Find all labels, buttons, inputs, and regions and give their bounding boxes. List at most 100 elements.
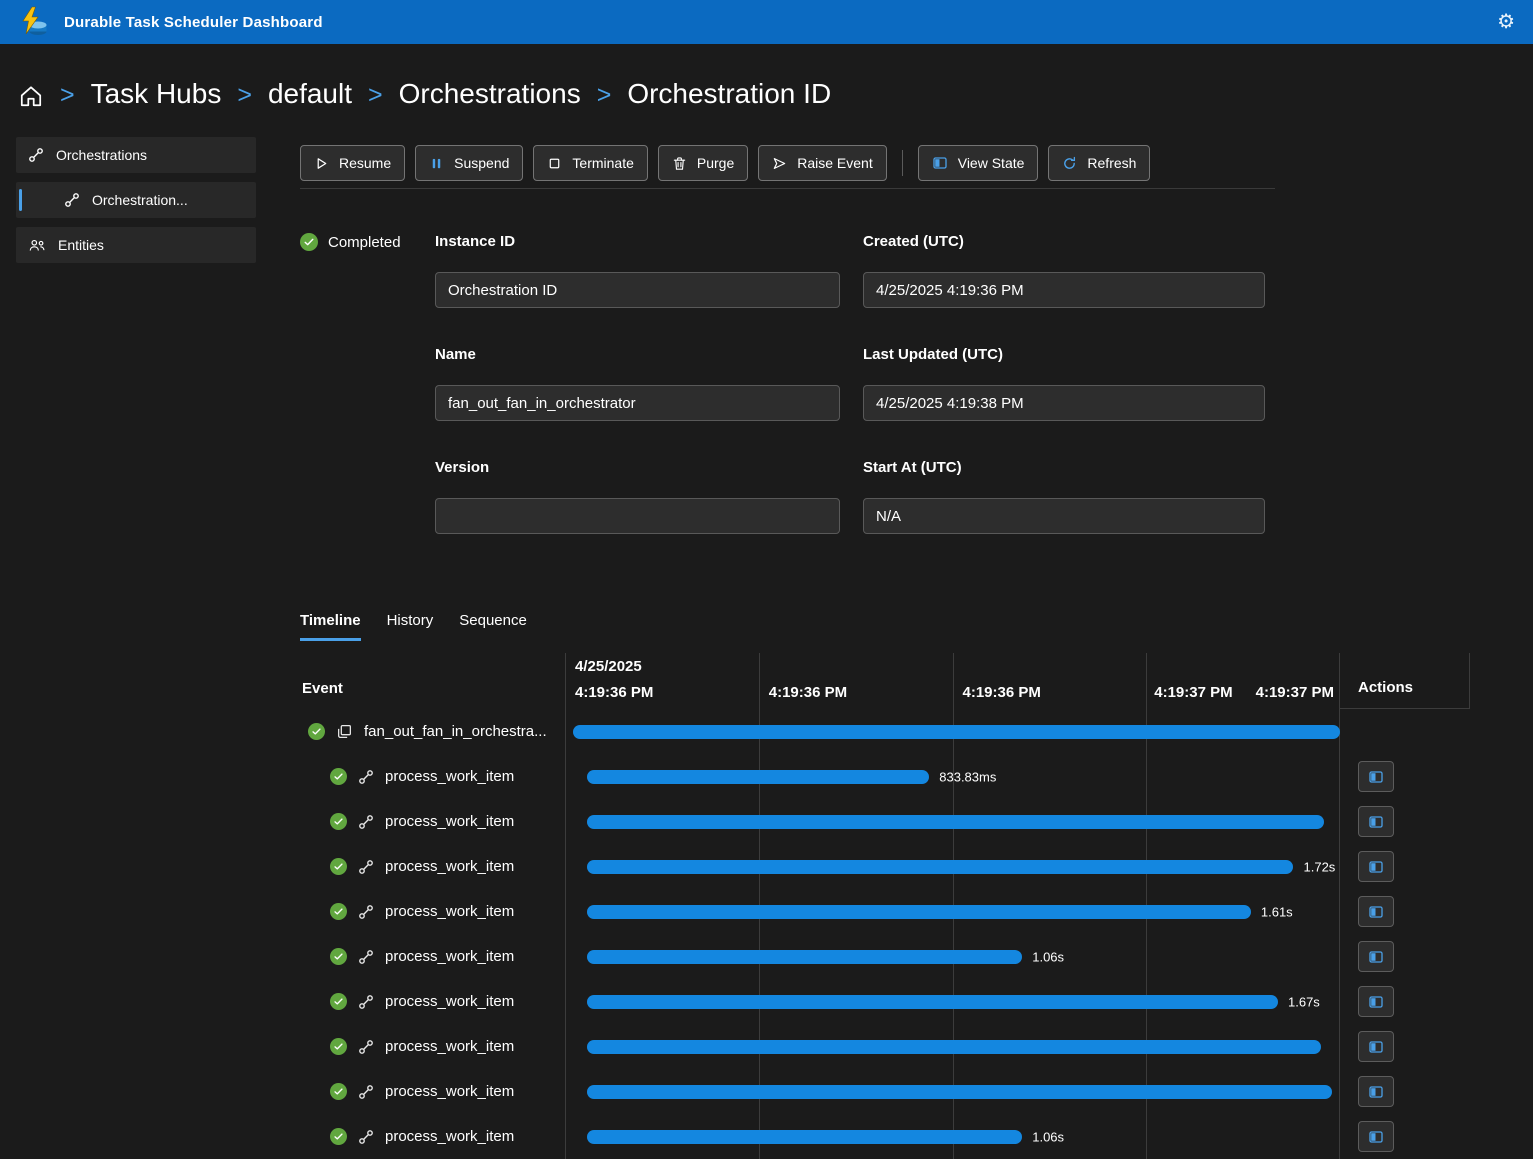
timeline-bar[interactable]: [587, 1040, 1321, 1054]
terminate-button[interactable]: Terminate: [533, 145, 647, 181]
created-label: Created (UTC): [863, 233, 1265, 250]
view-state-action-button[interactable]: [1358, 806, 1394, 837]
view-state-action-button[interactable]: [1358, 1076, 1394, 1107]
timeline-actions-cell: [1340, 1076, 1470, 1107]
button-label: View State: [958, 155, 1025, 171]
completed-check-icon: [300, 233, 318, 251]
timeline-bar[interactable]: [587, 860, 1294, 874]
completed-check-icon: [330, 813, 347, 830]
activity-link-icon: [358, 1039, 374, 1055]
view-state-action-button[interactable]: [1358, 761, 1394, 792]
sidebar-item-entities[interactable]: Entities: [16, 227, 256, 263]
status-text: Completed: [328, 234, 401, 251]
button-label: Raise Event: [797, 155, 872, 171]
name-label: Name: [435, 346, 840, 363]
activity-link-icon: [358, 859, 374, 875]
timeline-bar[interactable]: [587, 770, 930, 784]
version-input[interactable]: [435, 498, 840, 534]
view-state-action-button[interactable]: [1358, 1121, 1394, 1152]
breadcrumb-task-hubs[interactable]: Task Hubs: [91, 78, 222, 110]
completed-check-icon: [330, 768, 347, 785]
view-state-button[interactable]: View State: [918, 145, 1039, 181]
time-axis: 4/25/2025 4:19:36 PM 4:19:36 PM 4:19:36 …: [565, 653, 1340, 709]
view-state-action-button[interactable]: [1358, 1031, 1394, 1062]
timeline-chart-cell: 1.06s: [565, 1114, 1340, 1159]
axis-time: 4:19:36 PM: [769, 684, 847, 701]
tab-sequence[interactable]: Sequence: [459, 612, 527, 641]
split-view-icon: [1368, 859, 1384, 875]
created-field-group: Created (UTC): [863, 233, 1265, 308]
bar-duration-label: 1.72s: [1304, 859, 1336, 874]
bar-duration-label: 1.67s: [1288, 994, 1320, 1009]
tab-timeline[interactable]: Timeline: [300, 612, 361, 641]
pause-icon: [429, 156, 444, 171]
start-at-input[interactable]: [863, 498, 1265, 534]
resume-button[interactable]: Resume: [300, 145, 405, 181]
timeline-bar[interactable]: [587, 905, 1251, 919]
page-layout: Orchestrations Orchestration... Entities: [0, 137, 1533, 1159]
timeline-bar[interactable]: [573, 725, 1340, 739]
created-input[interactable]: [863, 272, 1265, 308]
instance-id-input[interactable]: [435, 272, 840, 308]
activity-link-icon: [358, 904, 374, 920]
activity-link-icon: [358, 769, 374, 785]
orchestration-toolbar: Resume Suspend Terminate: [300, 145, 1275, 189]
app-logo: [18, 6, 50, 38]
name-input[interactable]: [435, 385, 840, 421]
app-logo-graphic: [18, 6, 50, 38]
timeline-actions-cell: [1340, 761, 1470, 792]
tab-history[interactable]: History: [387, 612, 434, 641]
timeline-event-cell: process_work_item: [300, 903, 565, 920]
timeline-bar[interactable]: [587, 1085, 1333, 1099]
raise-event-button[interactable]: Raise Event: [758, 145, 886, 181]
timeline-chart-cell: [565, 709, 1340, 754]
axis-tick: 4:19:36 PM: [769, 684, 847, 701]
timeline-bar[interactable]: [587, 815, 1325, 829]
completed-check-icon: [330, 1038, 347, 1055]
app-title: Durable Task Scheduler Dashboard: [64, 14, 323, 31]
timeline-row: process_work_item 1.61s: [300, 889, 1470, 934]
timeline-event-cell: process_work_item: [300, 858, 565, 875]
play-icon: [314, 156, 329, 171]
timeline-bar[interactable]: [587, 1130, 1023, 1144]
activity-link-icon: [358, 1084, 374, 1100]
details-form: Instance ID Created (UTC) Name Last Upda…: [435, 233, 1265, 572]
timeline-row: process_work_item: [300, 799, 1470, 844]
event-name: process_work_item: [385, 1083, 514, 1100]
refresh-button[interactable]: Refresh: [1048, 145, 1150, 181]
axis-tick: 4/25/2025 4:19:36 PM: [575, 658, 653, 701]
timeline-bar[interactable]: [587, 995, 1278, 1009]
gear-icon[interactable]: ⚙: [1497, 12, 1515, 32]
button-label: Resume: [339, 155, 391, 171]
version-label: Version: [435, 459, 840, 476]
version-field-group: Version: [435, 459, 840, 534]
timeline-bar[interactable]: [587, 950, 1023, 964]
breadcrumb-orchestrations[interactable]: Orchestrations: [399, 78, 581, 110]
last-updated-input[interactable]: [863, 385, 1265, 421]
home-icon[interactable]: [18, 79, 44, 109]
timeline-event-cell: process_work_item: [300, 1083, 565, 1100]
timeline-chart-cell: 1.67s: [565, 979, 1340, 1024]
view-state-action-button[interactable]: [1358, 941, 1394, 972]
sidebar-item-orchestrations[interactable]: Orchestrations: [16, 137, 256, 173]
view-state-action-button[interactable]: [1358, 896, 1394, 927]
event-name: process_work_item: [385, 813, 514, 830]
suspend-button[interactable]: Suspend: [415, 145, 523, 181]
axis-date: 4/25/2025: [575, 658, 653, 675]
main-content: Resume Suspend Terminate: [300, 137, 1533, 1159]
breadcrumb: > Task Hubs > default > Orchestrations >…: [0, 44, 1533, 128]
view-state-action-button[interactable]: [1358, 986, 1394, 1017]
activity-link-icon: [358, 994, 374, 1010]
axis-time: 4:19:36 PM: [963, 684, 1041, 701]
split-view-icon: [1368, 769, 1384, 785]
actions-column-header: Actions: [1340, 653, 1470, 709]
breadcrumb-default[interactable]: default: [268, 78, 352, 110]
button-label: Terminate: [572, 155, 633, 171]
purge-button[interactable]: Purge: [658, 145, 748, 181]
split-view-icon: [932, 155, 948, 171]
split-view-icon: [1368, 814, 1384, 830]
people-icon: [28, 238, 46, 253]
sidebar-item-orchestration-detail[interactable]: Orchestration...: [16, 182, 256, 218]
view-state-action-button[interactable]: [1358, 851, 1394, 882]
axis-tick: 4:19:37 PM: [1154, 684, 1232, 701]
